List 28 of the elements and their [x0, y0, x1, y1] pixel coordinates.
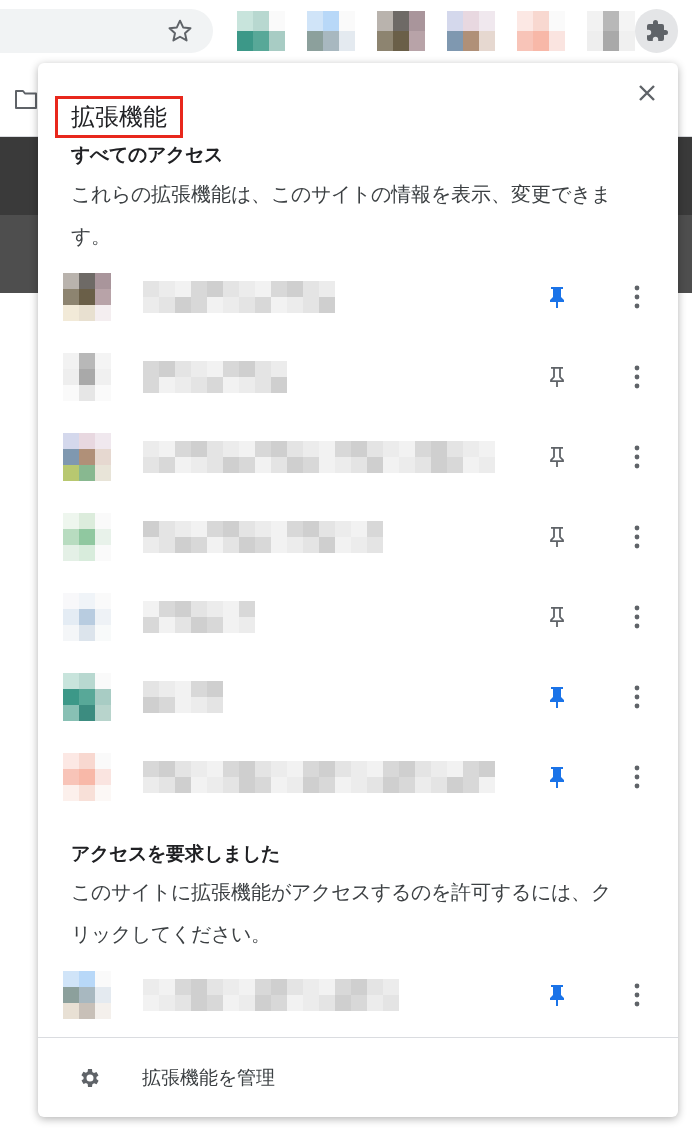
more-icon[interactable] — [634, 364, 640, 389]
more-icon[interactable] — [634, 524, 640, 549]
more-icon[interactable] — [634, 764, 640, 789]
pin-icon[interactable] — [548, 984, 566, 1006]
folder-icon[interactable] — [14, 88, 38, 110]
manage-extensions-link[interactable]: 拡張機能を管理 — [142, 1063, 275, 1092]
pin-outline-icon[interactable] — [548, 445, 566, 468]
section-description: これらの拡張機能は、このサイトの情報を表示、変更できます。 — [70, 180, 612, 250]
more-icon[interactable] — [634, 983, 640, 1007]
pin-outline-icon[interactable] — [548, 605, 566, 628]
star-icon[interactable] — [167, 18, 194, 44]
address-field[interactable] — [0, 9, 214, 53]
section-heading: アクセスを要求しました — [70, 840, 281, 866]
pin-icon[interactable] — [548, 285, 566, 308]
pin-icon[interactable] — [548, 685, 566, 708]
extensions-button[interactable] — [635, 9, 678, 53]
puzzle-icon — [644, 19, 669, 43]
more-icon[interactable] — [634, 444, 640, 469]
popup-title: 拡張機能 — [55, 96, 183, 138]
more-icon[interactable] — [634, 684, 640, 709]
section-heading: すべてのアクセス — [70, 142, 224, 167]
more-icon[interactable] — [634, 604, 640, 629]
more-icon[interactable] — [634, 284, 640, 309]
pin-outline-icon[interactable] — [548, 525, 566, 548]
section-description: このサイトに拡張機能がアクセスするのを許可するには、クリックしてください。 — [70, 879, 612, 948]
close-icon[interactable] — [638, 84, 656, 102]
pin-icon[interactable] — [548, 765, 566, 788]
pin-outline-icon[interactable] — [548, 365, 566, 388]
